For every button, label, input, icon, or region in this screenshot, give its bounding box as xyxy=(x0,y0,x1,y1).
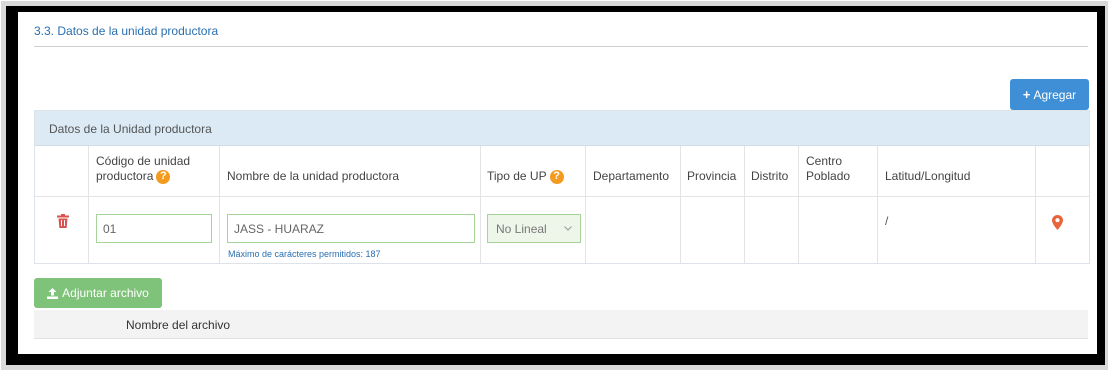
col-header-tipo-label: Tipo de UP xyxy=(487,169,547,183)
trash-icon[interactable] xyxy=(57,214,69,228)
col-header-codigo: Código de unidad productora? xyxy=(96,154,190,184)
production-unit-grid: Datos de la Unidad productora Código de … xyxy=(34,110,1090,264)
upload-icon xyxy=(47,287,59,299)
col-header-codigo-line2: productora xyxy=(96,169,154,183)
column-divider xyxy=(744,146,745,263)
form-panel: 3.3. Datos de la unidad productora + Agr… xyxy=(18,12,1097,354)
col-header-centro-poblado: Centro Poblado xyxy=(806,154,850,184)
column-divider xyxy=(88,146,89,263)
col-header-centro-line1: Centro xyxy=(806,154,843,168)
tipo-up-value: No Lineal xyxy=(496,221,547,236)
col-header-nombre: Nombre de la unidad productora xyxy=(227,169,400,183)
attachments-table-header: Nombre del archivo xyxy=(34,310,1088,339)
column-divider xyxy=(219,146,220,263)
add-button[interactable]: + Agregar xyxy=(1010,79,1089,110)
nombre-input[interactable]: JASS - HUARAZ xyxy=(227,214,475,243)
nombre-char-limit-hint: Máximo de carácteres permitidos: 187 xyxy=(228,249,381,259)
col-header-latlon: Latitud/Longitud xyxy=(885,169,971,183)
col-header-file-name: Nombre del archivo xyxy=(126,318,231,332)
latlon-value: / xyxy=(885,214,889,228)
col-header-departamento: Departamento xyxy=(593,169,670,183)
attach-file-label: Adjuntar archivo xyxy=(62,286,149,300)
attach-file-button[interactable]: Adjuntar archivo xyxy=(34,278,162,308)
tipo-up-select[interactable]: No Lineal xyxy=(487,214,581,243)
col-header-provincia: Provincia xyxy=(687,169,737,183)
col-header-centro-line2: Poblado xyxy=(806,169,851,183)
chevron-down-icon xyxy=(564,226,572,231)
section-divider xyxy=(34,46,1088,47)
col-header-distrito: Distrito xyxy=(751,169,789,183)
codigo-input[interactable]: 01 xyxy=(96,214,212,243)
plus-icon: + xyxy=(1022,87,1031,102)
col-header-codigo-line1: Código de unidad xyxy=(96,154,191,168)
map-marker-icon[interactable] xyxy=(1052,215,1063,230)
column-divider xyxy=(1035,146,1036,263)
add-button-label: Agregar xyxy=(1033,87,1077,102)
column-divider xyxy=(877,146,878,263)
grid-title-bar: Datos de la Unidad productora xyxy=(35,111,1089,146)
column-divider xyxy=(480,146,481,263)
grid-title: Datos de la Unidad productora xyxy=(49,122,212,136)
question-circle-icon[interactable]: ? xyxy=(549,169,564,184)
header-row-divider xyxy=(35,196,1089,197)
question-circle-icon[interactable]: ? xyxy=(156,169,171,184)
section-title: 3.3. Datos de la unidad productora xyxy=(34,24,219,38)
column-divider xyxy=(798,146,799,263)
column-divider xyxy=(680,146,681,263)
column-divider xyxy=(585,146,586,263)
col-header-tipo: Tipo de UP? xyxy=(487,169,564,184)
